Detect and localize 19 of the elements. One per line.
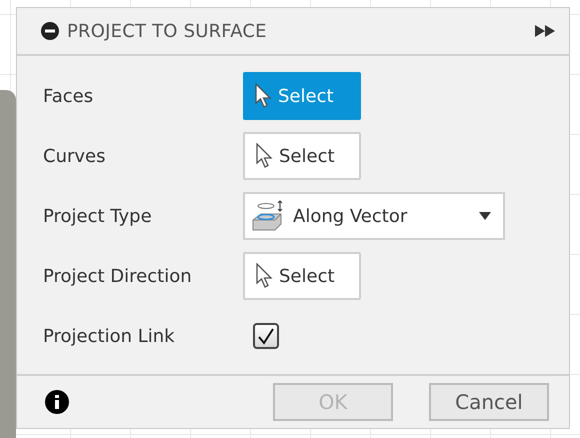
select-button[interactable]: Select (243, 132, 361, 180)
surface-projection-icon (251, 200, 285, 232)
pointer-icon (255, 143, 273, 169)
pointer-icon (254, 83, 272, 109)
dialog-title: PROJECT TO SURFACE (67, 20, 268, 42)
project-type-dropdown[interactable]: Along Vector (243, 192, 505, 240)
checkbox[interactable] (253, 323, 279, 349)
field-label: Projection Link (43, 326, 176, 346)
field-label: Curves (43, 146, 106, 166)
caret-icon (479, 212, 491, 220)
field-label: Project Direction (43, 266, 193, 286)
dialog-button[interactable]: Cancel (429, 383, 549, 421)
info-icon[interactable] (45, 390, 69, 414)
pointer-icon (255, 263, 273, 289)
fast-forward-icon[interactable] (535, 25, 555, 37)
field-label: Faces (43, 86, 94, 106)
collapse-icon[interactable] (41, 22, 59, 40)
field-label: Project Type (43, 206, 153, 226)
select-button[interactable]: Select (243, 252, 361, 300)
